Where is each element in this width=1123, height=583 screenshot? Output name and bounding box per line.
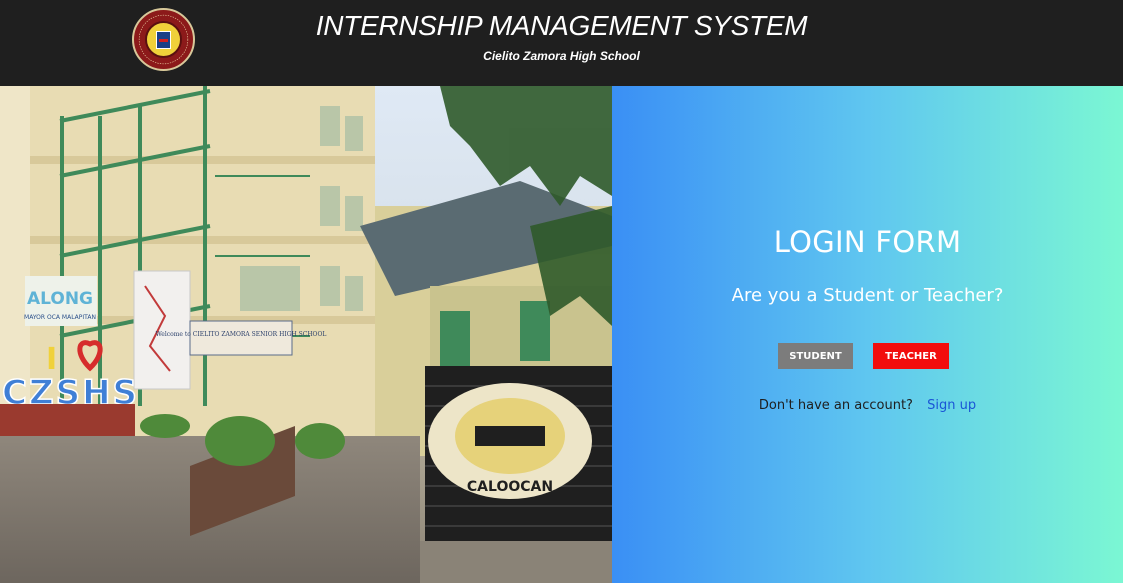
logo-seal-icon xyxy=(145,21,182,58)
welcome-sign-text: Welcome to CIELITO ZAMORA SENIOR HIGH SC… xyxy=(156,331,327,338)
school-building-image: Welcome to CIELITO ZAMORA SENIOR HIGH SC… xyxy=(0,86,612,583)
no-account-text: Don't have an account? xyxy=(758,398,913,413)
logo-crest-icon xyxy=(156,31,171,49)
school-photo: Welcome to CIELITO ZAMORA SENIOR HIGH SC… xyxy=(0,86,612,583)
teacher-button[interactable]: TEACHER xyxy=(873,343,949,369)
signup-row: Don't have an account? Sign up xyxy=(612,398,1123,413)
signup-link[interactable]: Sign up xyxy=(927,398,976,413)
stairs-seal-text: CALOOCAN xyxy=(467,479,553,495)
mayor-sign-text: MAYOR OCA MALAPITAN xyxy=(24,314,96,321)
school-logo xyxy=(132,8,195,71)
along-sign-text: ALONG xyxy=(27,289,93,309)
school-name: Cielito Zamora High School xyxy=(483,49,640,63)
heart-i-letter: I xyxy=(46,342,57,377)
page-title: INTERNSHIP MANAGEMENT SYSTEM xyxy=(315,10,808,41)
login-form-title: LOGIN FORM xyxy=(773,225,962,259)
student-button[interactable]: STUDENT xyxy=(778,343,853,369)
login-panel: LOGIN FORM Are you a Student or Teacher?… xyxy=(612,86,1123,583)
role-question: Are you a Student or Teacher? xyxy=(731,285,1004,306)
app-header: INTERNSHIP MANAGEMENT SYSTEM Cielito Zam… xyxy=(0,0,1123,86)
